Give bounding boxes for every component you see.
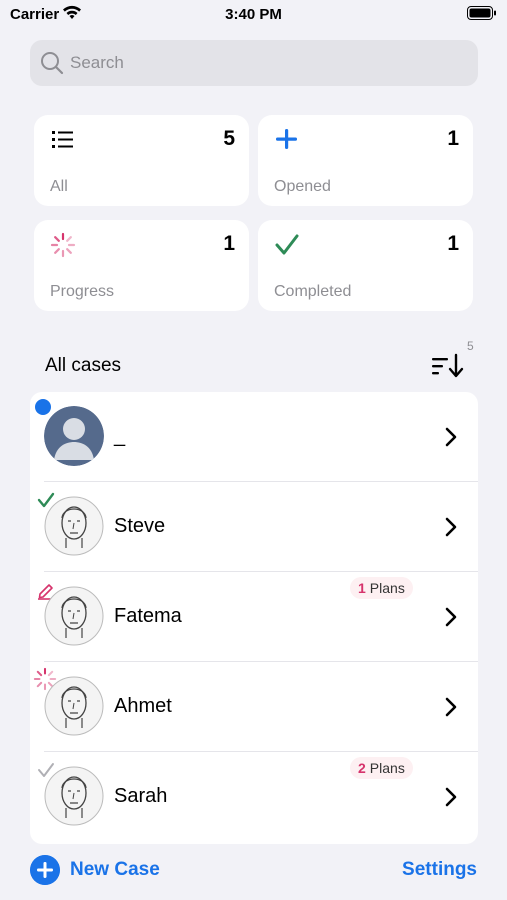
plans-badge: 1 Plans — [350, 577, 413, 599]
sort-icon[interactable] — [430, 352, 466, 380]
case-row[interactable]: 2 Plans Sarah — [30, 752, 478, 842]
chevron-right-icon — [445, 427, 457, 447]
case-name: Ahmet — [114, 695, 172, 717]
checkmark-icon — [275, 234, 299, 255]
chevron-right-icon — [445, 607, 457, 627]
plans-label: Plans — [369, 760, 405, 776]
chevron-right-icon — [445, 787, 457, 807]
face-avatar-icon — [44, 676, 104, 736]
progress-label: Progress — [50, 283, 115, 300]
plans-badge: 2 Plans — [350, 757, 413, 779]
plus-circle-icon — [30, 855, 60, 885]
new-case-button[interactable]: New Case — [30, 855, 160, 885]
face-avatar-icon — [44, 586, 104, 646]
all-count: 5 — [223, 127, 235, 150]
new-indicator-dot — [35, 399, 51, 415]
case-name: Sarah — [114, 785, 168, 807]
battery-icon — [467, 6, 496, 20]
search-icon — [41, 52, 64, 75]
face-avatar-icon — [44, 496, 104, 556]
case-list: _ Steve 1 Plans Fatema Ahmet 2 Plans Sar… — [30, 392, 478, 844]
chevron-right-icon — [445, 517, 457, 537]
list-icon — [52, 131, 73, 148]
plus-icon — [276, 129, 297, 149]
opened-count: 1 — [447, 127, 459, 150]
case-name: Fatema — [114, 605, 182, 627]
all-filter-card[interactable]: 5 All — [34, 115, 249, 206]
plans-count: 2 — [358, 760, 366, 776]
case-row[interactable]: 1 Plans Fatema — [30, 572, 478, 662]
completed-filter-card[interactable]: 1 Completed — [258, 220, 473, 311]
case-name: Steve — [114, 515, 166, 537]
default-avatar-icon — [44, 406, 104, 466]
case-row[interactable]: Ahmet — [30, 662, 478, 752]
opened-filter-card[interactable]: 1 Opened — [258, 115, 473, 206]
settings-button[interactable]: Settings — [402, 859, 477, 881]
chevron-right-icon — [445, 697, 457, 717]
new-case-label: New Case — [70, 859, 160, 880]
progress-count: 1 — [223, 232, 235, 255]
completed-label: Completed — [274, 283, 352, 300]
plans-label: Plans — [369, 580, 405, 596]
search-placeholder: Search — [70, 53, 124, 72]
case-row[interactable]: _ — [30, 392, 478, 482]
completed-count: 1 — [447, 232, 459, 255]
plans-count: 1 — [358, 580, 366, 596]
progress-filter-card[interactable]: 1 Progress — [34, 220, 249, 311]
spinner-icon — [50, 232, 76, 258]
section-title: All cases — [45, 355, 122, 376]
status-bar: Carrier 3:40 PM — [0, 0, 507, 28]
search-input[interactable]: Search — [30, 40, 478, 86]
clock: 3:40 PM — [225, 6, 282, 23]
sort-count-badge: 5 — [467, 339, 474, 353]
case-name: _ — [114, 425, 126, 447]
opened-label: Opened — [274, 178, 331, 195]
case-row[interactable]: Steve — [30, 482, 478, 572]
all-label: All — [50, 178, 68, 195]
face-avatar-icon — [44, 766, 104, 826]
